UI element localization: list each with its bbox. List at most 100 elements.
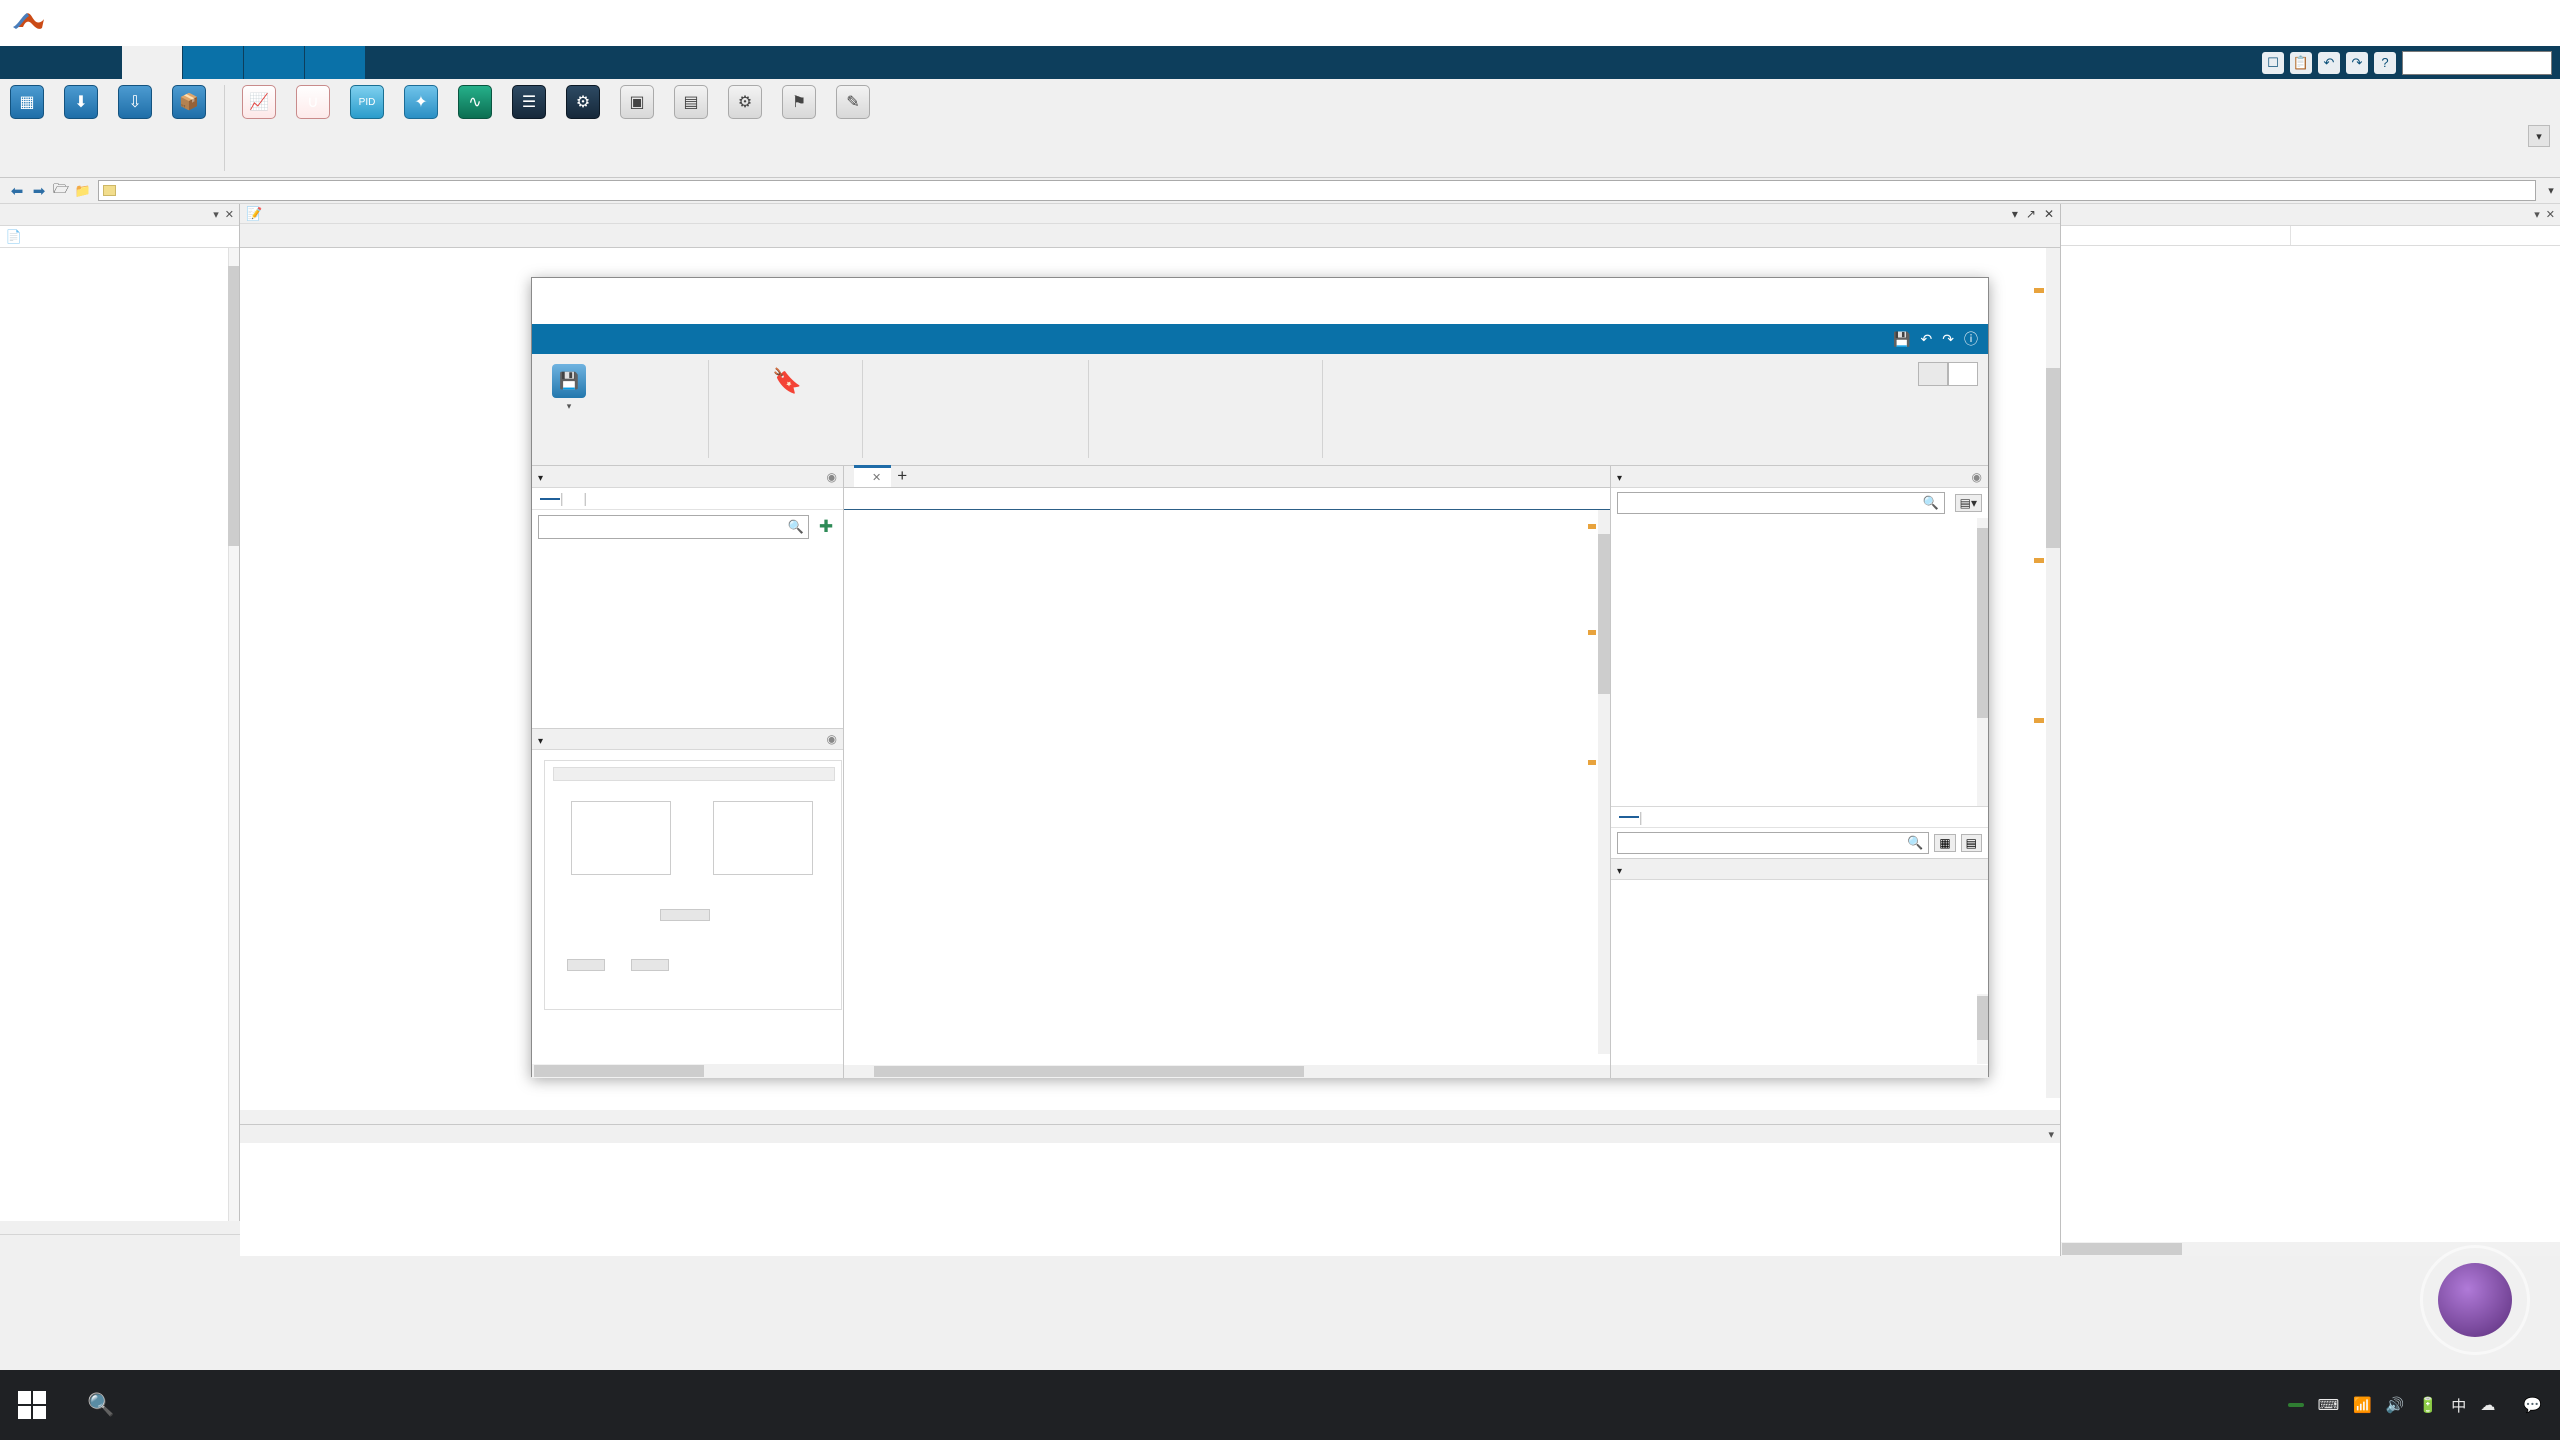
help-circle-icon[interactable]: ⓘ xyxy=(1964,329,1978,349)
browse-folder-icon[interactable]: 📁 xyxy=(72,181,94,201)
editor-warning-marker[interactable] xyxy=(2034,558,2044,563)
ad-code-vscrollbar[interactable] xyxy=(1598,510,1610,1054)
workspace-value-column[interactable] xyxy=(2291,226,2299,245)
wifi-icon[interactable]: 📶 xyxy=(2353,1396,2372,1414)
component-tab-app[interactable] xyxy=(1619,816,1639,818)
component-tree-scroll-thumb[interactable] xyxy=(1977,528,1988,718)
ribbon-tab-publish[interactable] xyxy=(244,46,304,79)
panel-close-icon[interactable]: ✕ xyxy=(225,208,234,221)
ad-save-dropdown-icon[interactable]: ▾ xyxy=(567,401,572,412)
help-icon[interactable]: ? xyxy=(2374,51,2396,74)
component-tree-scrollbar[interactable] xyxy=(1977,518,1988,806)
command-window-output[interactable] xyxy=(240,1143,2060,1149)
editor-scroll-thumb[interactable] xyxy=(2046,368,2060,548)
wireless-waveform-button[interactable]: ∿ xyxy=(448,83,502,122)
help-circle-icon[interactable]: ◉ xyxy=(827,470,837,484)
clipboard-icon[interactable]: 📋 xyxy=(2290,51,2312,74)
ad-code-vscroll-thumb[interactable] xyxy=(1598,534,1610,694)
chevron-down-icon[interactable]: ▾ xyxy=(538,473,543,484)
save-icon[interactable]: 💾 xyxy=(1893,331,1910,348)
folder-tree-scroll-thumb[interactable] xyxy=(228,266,239,546)
volume-icon[interactable]: 🔊 xyxy=(2386,1396,2405,1414)
close-icon[interactable]: ✕ xyxy=(872,471,881,484)
chevron-down-icon[interactable]: ▾ xyxy=(2528,125,2550,147)
up-folder-icon[interactable]: 🗁 xyxy=(50,181,72,201)
editor-warning-marker[interactable] xyxy=(2034,288,2044,293)
code-browser-search-input[interactable]: 🔍 xyxy=(538,515,809,539)
app-layout-preview[interactable] xyxy=(544,760,842,1010)
list-view-icon[interactable]: ▤▾ xyxy=(1954,494,1982,512)
signal-analyzer-button[interactable]: ☰ xyxy=(502,83,556,122)
editor-warning-marker[interactable] xyxy=(2034,718,2044,723)
code-browser-tab-callbacks[interactable] xyxy=(540,497,560,500)
undo-icon[interactable]: ↶ xyxy=(1921,331,1933,348)
ime-icon[interactable]: 中 xyxy=(2451,1395,2466,1416)
ad-code-hscrollbar[interactable] xyxy=(844,1065,1610,1078)
grid-icon[interactable]: ▦ xyxy=(1934,834,1956,852)
search-icon[interactable]: 🔍 xyxy=(788,519,804,535)
ribbon-tab-view[interactable] xyxy=(305,46,365,79)
ad-bookmark-button[interactable]: 🔖 xyxy=(772,370,802,400)
props-search-input[interactable]: 🔍 xyxy=(1617,832,1930,854)
design-app-button[interactable]: ▦ xyxy=(0,83,54,122)
folder-tree[interactable] xyxy=(0,248,239,1256)
editor-options-icon[interactable]: ▾ xyxy=(2012,207,2018,221)
folder-tree-hscrollbar[interactable] xyxy=(0,1221,240,1234)
chevron-down-icon[interactable]: ▾ xyxy=(538,736,543,747)
plus-icon[interactable]: + xyxy=(891,465,913,487)
chevron-down-icon[interactable]: ▾ xyxy=(1617,866,1622,877)
props-hscrollbar[interactable] xyxy=(1611,1065,1988,1078)
code-view-button[interactable] xyxy=(1948,362,1978,386)
search-icon[interactable]: 🔍 xyxy=(64,1370,138,1440)
path-dropdown-icon[interactable]: ▾ xyxy=(2542,184,2560,197)
align-icon[interactable]: ▤ xyxy=(1960,834,1982,852)
back-arrow-icon[interactable]: ⬅ xyxy=(6,181,28,201)
ad-code-hscroll-thumb[interactable] xyxy=(874,1066,1304,1077)
doc-search-input[interactable] xyxy=(2402,50,2552,75)
search-icon[interactable]: 🔍 xyxy=(1922,495,1938,511)
component-search-input[interactable]: 🔍 xyxy=(1617,492,1945,514)
simbiology-model-analyzer-button[interactable]: ▤ xyxy=(664,83,718,122)
ad-save-button[interactable]: 💾 ▾ xyxy=(552,364,586,412)
redo-icon[interactable]: ↷ xyxy=(1942,331,1954,348)
maximize-button[interactable] xyxy=(2416,0,2488,46)
folder-tree-scrollbar[interactable] xyxy=(228,248,239,1256)
workspace-options-icon[interactable]: ▾ xyxy=(2534,208,2540,221)
pid-tuner-button[interactable]: PID xyxy=(340,83,394,122)
keyboard-icon[interactable]: ⌨ xyxy=(2318,1396,2340,1414)
close-button[interactable] xyxy=(2488,0,2560,46)
ribbon-tab-editor[interactable] xyxy=(183,46,243,79)
ribbon-tab-home[interactable] xyxy=(0,46,60,79)
file-tab-dibacizuoye[interactable]: ✕ xyxy=(854,465,892,487)
copy-icon[interactable]: ☐ xyxy=(2262,51,2284,74)
app-designer-maximize-button[interactable] xyxy=(1844,278,1916,324)
component-tree[interactable] xyxy=(1611,518,1988,806)
props-scrollbar[interactable] xyxy=(1977,994,1988,1064)
command-window-options-icon[interactable]: ▾ xyxy=(2048,1128,2054,1141)
get-more-app-button[interactable]: ⬇ xyxy=(54,83,108,122)
design-view-button[interactable] xyxy=(1918,362,1948,386)
notification-icon[interactable]: 💬 xyxy=(2523,1396,2542,1414)
app-designer-minimize-button[interactable] xyxy=(1772,278,1844,324)
path-breadcrumb-field[interactable] xyxy=(98,180,2536,201)
editor-tab-strip[interactable] xyxy=(240,224,2060,248)
forward-arrow-icon[interactable]: ➡ xyxy=(28,181,50,201)
ribbon-tab-app[interactable] xyxy=(122,46,182,79)
workspace-name-column[interactable] xyxy=(2061,226,2291,245)
optimization-button[interactable]: ∪ xyxy=(286,83,340,122)
minimize-button[interactable] xyxy=(2344,0,2416,46)
code-browser-hscrollbar[interactable] xyxy=(532,1064,843,1078)
props-scroll-thumb[interactable] xyxy=(1977,996,1988,1040)
app-designer-close-button[interactable] xyxy=(1916,278,1988,324)
redo-icon[interactable]: ↷ xyxy=(2346,51,2368,74)
ad-code-warning-marker[interactable] xyxy=(1588,760,1596,765)
install-app-button[interactable]: ⇩ xyxy=(108,83,162,122)
workspace-hscroll-thumb[interactable] xyxy=(2062,1243,2182,1255)
editor-undock-icon[interactable]: ↗ xyxy=(2026,207,2036,221)
matlab-coder-button[interactable]: ⚙ xyxy=(718,83,772,122)
package-app-button[interactable]: 📦 xyxy=(162,83,216,122)
app-designer-code-editor[interactable] xyxy=(844,510,1610,1054)
code-browser-hscroll-thumb[interactable] xyxy=(534,1065,704,1077)
curve-fitter-button[interactable]: 📈 xyxy=(232,83,286,122)
help-circle-icon[interactable]: ◉ xyxy=(827,732,837,746)
